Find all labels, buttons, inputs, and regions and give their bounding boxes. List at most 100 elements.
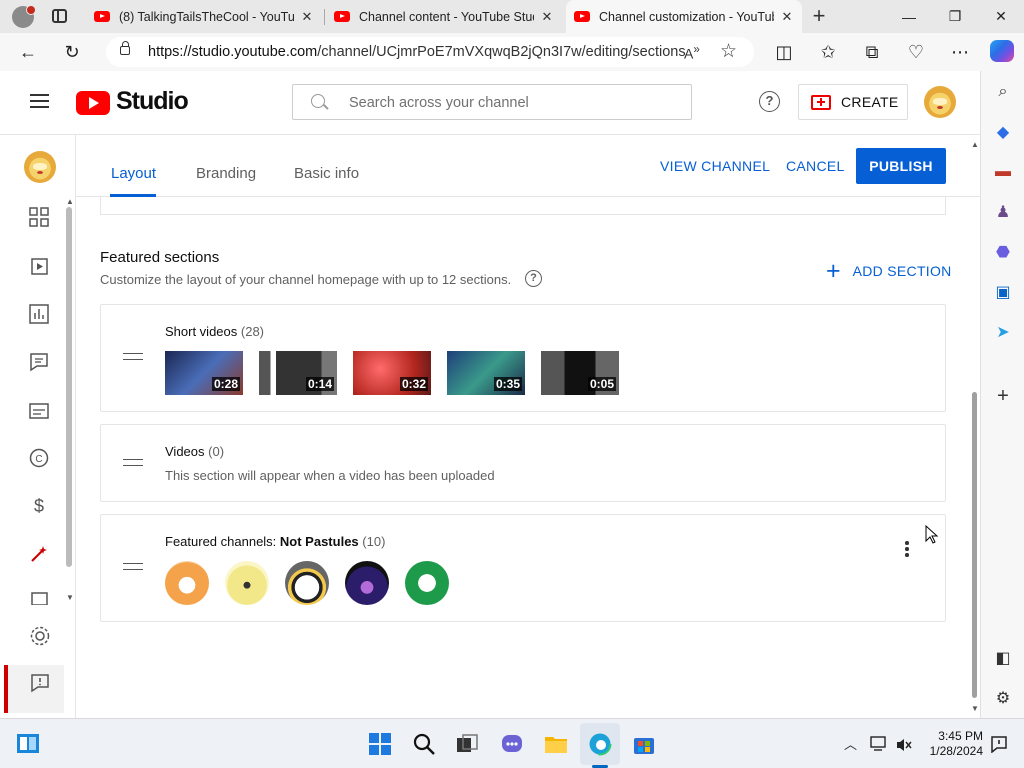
- scroll-down-arrow-icon[interactable]: ▼: [971, 704, 979, 713]
- read-aloud-icon[interactable]: A»: [684, 43, 700, 62]
- profile-icon[interactable]: [12, 5, 36, 28]
- performance-icon[interactable]: ♡: [902, 38, 930, 66]
- address-bar[interactable]: https://studio.youtube.com/channel/UCjmr…: [106, 37, 754, 67]
- network-icon[interactable]: [870, 736, 888, 752]
- close-window-button[interactable]: ✕: [978, 0, 1024, 33]
- start-windows-icon[interactable]: [368, 732, 392, 756]
- collections-icon[interactable]: ⧉: [858, 38, 886, 66]
- video-thumbnail[interactable]: 0:28: [165, 351, 243, 395]
- drag-handle-icon[interactable]: [123, 459, 143, 466]
- customization-toolbar: Layout Branding Basic info VIEW CHANNEL …: [76, 135, 980, 197]
- youtube-logo-icon[interactable]: [76, 91, 110, 115]
- tools-icon[interactable]: ▬: [992, 161, 1014, 183]
- menu-icon[interactable]: [30, 94, 49, 108]
- tab-branding[interactable]: Branding: [196, 165, 256, 182]
- help-icon[interactable]: ?: [525, 270, 542, 287]
- create-button[interactable]: CREATE: [798, 84, 908, 120]
- browser-tab[interactable]: (8) TalkingTailsTheCool - YouTube ✕: [86, 0, 322, 33]
- games-icon[interactable]: ♟: [992, 201, 1014, 223]
- outlook-icon[interactable]: ▣: [992, 281, 1014, 303]
- notifications-icon[interactable]: [990, 735, 1008, 753]
- widgets-icon[interactable]: [16, 732, 40, 756]
- split-screen-icon[interactable]: ◫: [770, 38, 798, 66]
- video-thumbnail[interactable]: 0:35: [447, 351, 525, 395]
- channel-avatar[interactable]: [225, 561, 269, 605]
- restore-button[interactable]: ❐: [932, 0, 978, 33]
- back-button[interactable]: ←: [14, 38, 42, 66]
- lock-icon[interactable]: [120, 41, 130, 55]
- main-scrollbar[interactable]: [972, 392, 977, 698]
- search-input[interactable]: Search across your channel: [292, 84, 692, 120]
- file-explorer-icon[interactable]: [544, 732, 568, 756]
- system-clock[interactable]: 3:45 PM 1/28/2024: [925, 729, 983, 759]
- section-card-short-videos[interactable]: Short videos (28) 0:28 0:14 0:32 0:35 0:…: [100, 304, 946, 412]
- teams-chat-icon[interactable]: [500, 732, 524, 756]
- add-sidebar-app-icon[interactable]: +: [992, 385, 1014, 407]
- close-tab-icon[interactable]: ✕: [300, 9, 314, 25]
- volume-muted-icon[interactable]: [896, 737, 912, 753]
- close-tab-icon[interactable]: ✕: [540, 9, 554, 25]
- channel-avatar[interactable]: [405, 561, 449, 605]
- task-view-icon[interactable]: [455, 732, 479, 756]
- copilot-icon[interactable]: [990, 40, 1014, 62]
- account-avatar[interactable]: [924, 86, 956, 118]
- drag-handle-icon[interactable]: [123, 353, 143, 360]
- shopping-tag-icon[interactable]: ◆: [992, 121, 1014, 143]
- settings-icon[interactable]: [29, 625, 51, 647]
- dashboard-icon[interactable]: [29, 207, 49, 227]
- drag-handle-icon[interactable]: [123, 563, 143, 570]
- scroll-up-arrow-icon[interactable]: ▲: [66, 197, 74, 206]
- tab-actions-icon[interactable]: [52, 9, 67, 23]
- more-menu-icon[interactable]: ⋯: [946, 38, 974, 66]
- scroll-down-arrow-icon[interactable]: ▼: [66, 593, 74, 602]
- refresh-button[interactable]: ↻: [58, 38, 86, 66]
- channel-avatar[interactable]: [24, 151, 56, 183]
- comments-icon[interactable]: [29, 352, 49, 372]
- minimize-button[interactable]: —: [886, 0, 932, 33]
- content-icon[interactable]: [29, 256, 49, 276]
- section-card-videos[interactable]: Videos (0) This section will appear when…: [100, 424, 946, 502]
- sidebar-scrollbar[interactable]: [66, 207, 72, 567]
- view-channel-button[interactable]: VIEW CHANNEL: [660, 158, 770, 174]
- add-section-button[interactable]: + ADD SECTION: [826, 259, 952, 284]
- browser-tab[interactable]: Channel content - YouTube Studio ✕: [326, 0, 562, 33]
- tab-layout[interactable]: Layout: [111, 165, 156, 182]
- analytics-icon[interactable]: [29, 304, 49, 324]
- search-icon[interactable]: ⌕: [992, 81, 1014, 103]
- microsoft-365-icon[interactable]: ⬣: [992, 241, 1014, 263]
- channel-avatar[interactable]: [165, 561, 209, 605]
- help-icon[interactable]: ?: [759, 91, 780, 112]
- customization-icon[interactable]: [29, 544, 49, 564]
- section-title-text: Videos: [165, 444, 205, 459]
- copyright-icon[interactable]: C: [29, 448, 49, 468]
- taskbar-search-icon[interactable]: [412, 732, 436, 756]
- video-thumbnail[interactable]: 0:05: [541, 351, 619, 395]
- more-options-icon[interactable]: [905, 541, 909, 557]
- show-hidden-icons-chevron-icon[interactable]: ︿: [844, 734, 857, 753]
- channel-avatar[interactable]: [285, 561, 329, 605]
- channel-avatar[interactable]: [345, 561, 389, 605]
- video-thumbnail[interactable]: 0:14: [259, 351, 337, 395]
- audio-library-icon[interactable]: [29, 591, 49, 605]
- subtitles-icon[interactable]: [29, 401, 49, 421]
- hide-sidebar-icon[interactable]: ◧: [992, 647, 1014, 669]
- favorite-star-icon[interactable]: ☆: [720, 40, 737, 63]
- earn-icon[interactable]: $: [29, 496, 49, 516]
- studio-logo-text[interactable]: Studio: [116, 87, 189, 116]
- send-feedback-icon[interactable]: [30, 673, 50, 693]
- close-tab-icon[interactable]: ✕: [780, 9, 794, 25]
- browser-tab-active[interactable]: Channel customization - YouTube Studio ✕: [566, 0, 802, 33]
- video-thumbnail[interactable]: 0:32: [353, 351, 431, 395]
- cancel-button[interactable]: CANCEL: [786, 158, 845, 174]
- microsoft-store-icon[interactable]: [632, 732, 656, 756]
- favorites-icon[interactable]: ✩: [814, 38, 842, 66]
- browser-tab-title: Channel content - YouTube Studio: [359, 9, 534, 24]
- sidebar-settings-icon[interactable]: ⚙: [992, 687, 1014, 709]
- publish-button[interactable]: PUBLISH: [856, 148, 946, 184]
- scroll-up-arrow-icon[interactable]: ▲: [971, 140, 979, 149]
- new-tab-button[interactable]: +: [808, 4, 830, 28]
- section-card-featured-channels[interactable]: Featured channels: Not Pastules (10): [100, 514, 946, 622]
- drop-icon[interactable]: ➤: [992, 321, 1014, 343]
- tab-basic-info[interactable]: Basic info: [294, 165, 359, 182]
- edge-browser-icon[interactable]: [588, 732, 612, 756]
